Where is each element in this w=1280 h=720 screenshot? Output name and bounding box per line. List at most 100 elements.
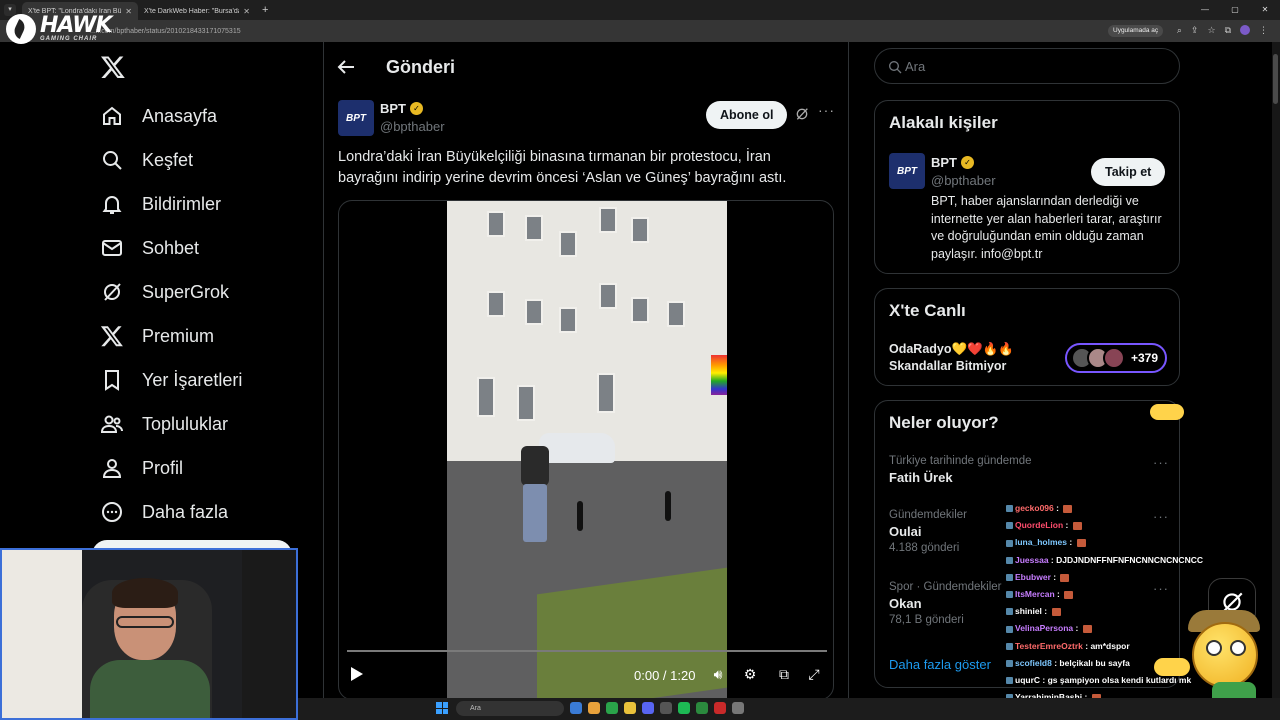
nav-profile[interactable]: Profil — [98, 446, 318, 490]
zoom-icon[interactable]: ⌕ — [1177, 25, 1182, 36]
search-input[interactable]: Ara — [874, 48, 1180, 84]
author-name-row[interactable]: BPT ✓ — [380, 101, 423, 116]
home-icon — [103, 106, 121, 125]
chat-username: scofield8 — [1015, 657, 1052, 668]
card-title: Neler oluyor? — [889, 413, 999, 432]
live-topic: Skandallar Bitmiyor — [889, 359, 1007, 373]
avatar[interactable]: BPT — [338, 100, 374, 136]
more-options-icon[interactable]: ··· — [1153, 455, 1169, 470]
explorer-icon[interactable] — [624, 702, 636, 714]
related-name-row[interactable]: BPT ✓ — [931, 155, 974, 170]
app-icon[interactable] — [714, 702, 726, 714]
nav-more[interactable]: Daha fazla — [98, 490, 318, 534]
profile-avatar[interactable] — [1240, 25, 1250, 35]
chat-badge-icon — [1006, 660, 1013, 668]
nav-notifications[interactable]: Bildirimler — [98, 182, 318, 226]
rainbow-flag — [711, 355, 727, 395]
chat-username: gecko096 — [1015, 503, 1054, 513]
video-person — [517, 436, 551, 546]
fullscreen-icon[interactable]: ⤢ — [805, 665, 823, 683]
new-tab-icon[interactable]: + — [262, 4, 268, 16]
spotify-icon[interactable] — [678, 702, 690, 714]
extensions-icon[interactable]: ⧉ — [1225, 25, 1231, 36]
start-menu-icon[interactable] — [436, 702, 448, 714]
close-icon[interactable]: ✕ — [243, 7, 250, 16]
nav-label: Profil — [142, 457, 184, 478]
grok-icon[interactable] — [794, 106, 810, 122]
related-handle[interactable]: @bpthaber — [931, 173, 996, 188]
verified-badge-icon: ✓ — [961, 156, 974, 169]
app-icon[interactable] — [696, 702, 708, 714]
nav-explore[interactable]: Keşfet — [98, 138, 318, 182]
scrollbar[interactable] — [1272, 42, 1280, 698]
avatar[interactable]: BPT — [889, 153, 925, 189]
close-icon[interactable]: ✕ — [125, 7, 132, 16]
chat-username: shiniel — [1015, 606, 1042, 617]
chat-message: luna_holmes : — [1006, 534, 1236, 551]
star-icon[interactable]: ☆ — [1207, 25, 1215, 36]
show-more-link[interactable]: Daha fazla göster — [889, 657, 991, 672]
browser-tab[interactable]: X'te DarkWeb Haber: "Bursa'da... ✕ — [138, 2, 256, 20]
video-player[interactable]: 0:00 / 1:20 🔊︎ ⚙︎ ⧉ ⤢ — [338, 200, 834, 700]
chat-username: uqurC — [1015, 675, 1041, 686]
open-in-app-button[interactable]: Uygulamada aç — [1108, 25, 1164, 37]
chat-emote-icon — [1082, 625, 1092, 634]
logo-text: HAWK — [40, 13, 113, 38]
more-circle-icon — [102, 502, 122, 522]
page-title: Gönderi — [386, 56, 456, 77]
back-arrow-icon[interactable] — [334, 55, 358, 79]
follow-button[interactable]: Takip et — [1091, 158, 1166, 186]
nav-communities[interactable]: Topluluklar — [98, 402, 318, 446]
author-handle[interactable]: @bpthaber — [380, 119, 445, 134]
browser-tabbar: ▾ X'te BPT: "Londra'daki İran Büy... ✕ X… — [0, 0, 1280, 20]
share-icon[interactable]: ⇪ — [1191, 25, 1199, 36]
picture-in-picture-icon[interactable]: ⧉ — [775, 665, 793, 683]
folder-icon[interactable] — [588, 702, 600, 714]
nav-bookmarks[interactable]: Yer İşaretleri — [98, 358, 318, 402]
chat-badge-icon — [1006, 539, 1013, 547]
bookmark-icon — [105, 370, 119, 391]
emoji-hand-sticker — [1150, 404, 1184, 420]
subscribe-button[interactable]: Abone ol — [706, 101, 788, 129]
nav-label: Anasayfa — [142, 105, 218, 126]
chat-emote-icon — [1051, 607, 1061, 616]
volume-icon[interactable]: 🔊︎ — [709, 665, 727, 683]
listener-count: +379 — [1131, 351, 1159, 365]
more-options-icon[interactable]: ··· — [818, 102, 835, 118]
discord-icon[interactable] — [642, 702, 654, 714]
nav-supergrok[interactable]: SuperGrok — [98, 270, 318, 314]
post-header: Gönderi — [334, 50, 455, 84]
chrome-icon[interactable] — [606, 702, 618, 714]
column-divider — [848, 42, 849, 720]
app-icon[interactable] — [732, 702, 744, 714]
app-icon[interactable] — [570, 702, 582, 714]
nav-label: Topluluklar — [142, 413, 229, 434]
trend-item[interactable]: Türkiye tarihinde gündemde Fatih Ürek ··… — [889, 455, 1169, 485]
chat-message: Ebubwer : — [1006, 569, 1236, 586]
verified-badge-icon: ✓ — [410, 102, 423, 115]
x-logo-icon[interactable] — [100, 54, 126, 80]
nav-premium[interactable]: Premium — [98, 314, 318, 358]
related-people-card: Alakalı kişiler BPT BPT ✓ @bpthaber Taki… — [874, 100, 1180, 274]
scrollbar-thumb[interactable] — [1273, 54, 1278, 104]
video-building — [447, 201, 727, 461]
live-card[interactable]: X'te Canlı OdaRadyo💛❤️🔥🔥 Skandallar Bitm… — [874, 288, 1180, 386]
video-progress-bar[interactable] — [347, 650, 827, 652]
play-icon[interactable] — [351, 667, 363, 681]
url-field[interactable]: ...x.com/bpthaber/status/201021843317107… — [90, 28, 241, 35]
minimize-icon[interactable]: — — [1190, 0, 1220, 20]
maximize-icon[interactable]: ▢ — [1220, 0, 1250, 20]
live-listeners[interactable]: +379 — [1065, 343, 1167, 373]
nav-label: Sohbet — [142, 237, 200, 258]
taskbar-search[interactable]: Ara — [456, 701, 564, 716]
video-time: 0:00 / 1:20 — [634, 668, 696, 683]
browser-menu-icon[interactable]: ⋮ — [1259, 25, 1268, 36]
nav-home[interactable]: Anasayfa — [98, 94, 318, 138]
nav-label: Daha fazla — [142, 501, 229, 522]
nav-chat[interactable]: Sohbet — [98, 226, 318, 270]
chat-text: am*dspor — [1090, 640, 1130, 651]
app-icon[interactable] — [660, 702, 672, 714]
chat-message: ItsMercan : — [1006, 586, 1236, 603]
close-window-icon[interactable]: ✕ — [1250, 0, 1280, 20]
settings-icon[interactable]: ⚙︎ — [741, 665, 759, 683]
